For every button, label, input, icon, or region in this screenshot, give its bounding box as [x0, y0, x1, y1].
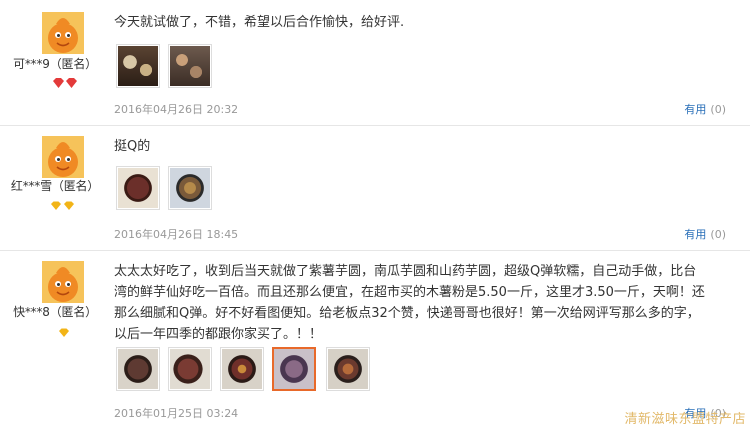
review-photo[interactable] [116, 166, 160, 210]
review-text: 挺Q的 [114, 139, 151, 154]
user-avatar[interactable] [42, 12, 84, 54]
helpful-button[interactable]: 有用 [684, 103, 706, 116]
review-text: 今天就试做了，不错，希望以后合作愉快，给好评. [114, 15, 405, 30]
review-text-line: 太太太好吃了，收到后当天就做了紫薯芋圆，南瓜芋圆和山药芋圆，超级Q弹软糯，自己动… [114, 264, 697, 279]
review-photo[interactable] [220, 347, 264, 391]
review-photo-selected[interactable] [272, 347, 316, 391]
user-avatar[interactable] [42, 136, 84, 178]
gold-diamond-icon [50, 196, 76, 215]
user-avatar[interactable] [42, 261, 84, 303]
helpful-vote: 有用 (0) [684, 226, 726, 242]
red-diamond-icon [52, 74, 78, 93]
store-watermark: 清新滋味东盟特产店 [624, 412, 746, 427]
review-date: 2016年01月25日 03:24 [114, 407, 239, 420]
review-photo[interactable] [116, 44, 160, 88]
username: 红***雪（匿名） [10, 179, 100, 193]
review-date: 2016年04月26日 18:45 [114, 228, 239, 241]
review-photo[interactable] [116, 347, 160, 391]
review-item: 快***8（匿名） 太太太好吃了，收到后当天就做了紫薯芋圆，南瓜芋圆和山药芋圆，… [0, 251, 750, 429]
review-text: 太太太好吃了，收到后当天就做了紫薯芋圆，南瓜芋圆和山药芋圆，超级Q弹软糯，自己动… [114, 261, 740, 345]
review-item: 红***雪（匿名） 挺Q的 2016年04月26日 18:45 有用 (0) [0, 126, 750, 251]
review-text-line: 那么细腻和Q弹。好不好看图便知。给老板点32个赞，快递哥哥也很好！第一次给网评写… [114, 306, 700, 321]
review-photo[interactable] [168, 166, 212, 210]
avatar-mascot-icon [42, 12, 84, 54]
review-item: 可***9（匿名） 今天就试做了，不错，希望以后合作愉快，给好评. 2016年0… [0, 0, 750, 126]
avatar-mascot-icon [42, 136, 84, 178]
helpful-count: (0) [710, 228, 726, 241]
helpful-count: (0) [710, 103, 726, 116]
avatar-mascot-icon [42, 261, 84, 303]
gold-diamond-icon [58, 323, 70, 342]
review-photo[interactable] [168, 44, 212, 88]
review-photo[interactable] [168, 347, 212, 391]
username: 快***8（匿名） [13, 305, 97, 319]
helpful-button[interactable]: 有用 [684, 228, 706, 241]
username: 可***9（匿名） [13, 57, 97, 71]
review-photo[interactable] [326, 347, 370, 391]
review-date: 2016年04月26日 20:32 [114, 103, 239, 116]
review-text-line: 湾的鲜芋仙好吃一百倍。而且还那么便宜，在超市买的木薯粉是5.50一斤，这里才3.… [114, 285, 705, 300]
helpful-vote: 有用 (0) [684, 101, 726, 117]
review-text-line: 以后一年四季的都跟你家买了。！！ [114, 327, 323, 342]
